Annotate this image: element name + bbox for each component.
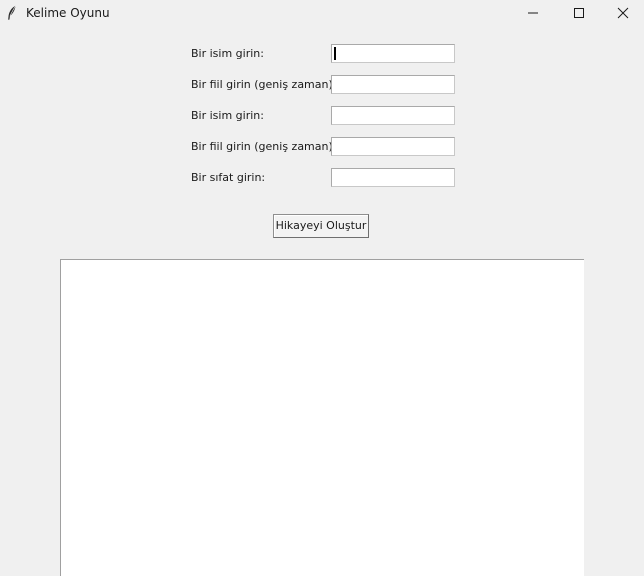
adjective-field[interactable] [332, 172, 454, 189]
feather-icon [6, 5, 18, 21]
noun-label-2: Bir isim girin: [191, 109, 264, 122]
minimize-button[interactable] [510, 0, 556, 26]
window-title: Kelime Oyunu [26, 6, 110, 20]
text-caret [334, 47, 336, 60]
verb-field-2[interactable] [332, 141, 454, 158]
adjective-input[interactable] [331, 168, 455, 189]
story-output[interactable] [60, 259, 584, 576]
noun-field-2[interactable] [332, 110, 454, 127]
noun-input-2[interactable] [331, 106, 455, 127]
verb-input-1[interactable] [331, 75, 455, 96]
close-icon [617, 7, 629, 19]
create-story-button[interactable]: Hikayeyi Oluştur [273, 214, 369, 238]
verb-label-1: Bir fiil girin (geniş zaman): [191, 78, 337, 91]
title-bar[interactable]: Kelime Oyunu [0, 0, 644, 26]
noun-label-1: Bir isim girin: [191, 47, 264, 60]
verb-field-1[interactable] [332, 79, 454, 96]
minimize-icon [528, 12, 538, 14]
adjective-label: Bir sıfat girin: [191, 171, 266, 184]
maximize-button[interactable] [556, 0, 602, 26]
close-button[interactable] [600, 0, 644, 26]
verb-input-2[interactable] [331, 137, 455, 158]
noun-field-1[interactable] [332, 48, 454, 65]
noun-input-1[interactable] [331, 44, 455, 65]
app-window: Kelime Oyunu Bir isim girin: Bir fiil gi… [0, 0, 644, 576]
verb-label-2: Bir fiil girin (geniş zaman): [191, 140, 337, 153]
maximize-icon [574, 8, 584, 18]
story-textarea[interactable] [61, 260, 584, 576]
